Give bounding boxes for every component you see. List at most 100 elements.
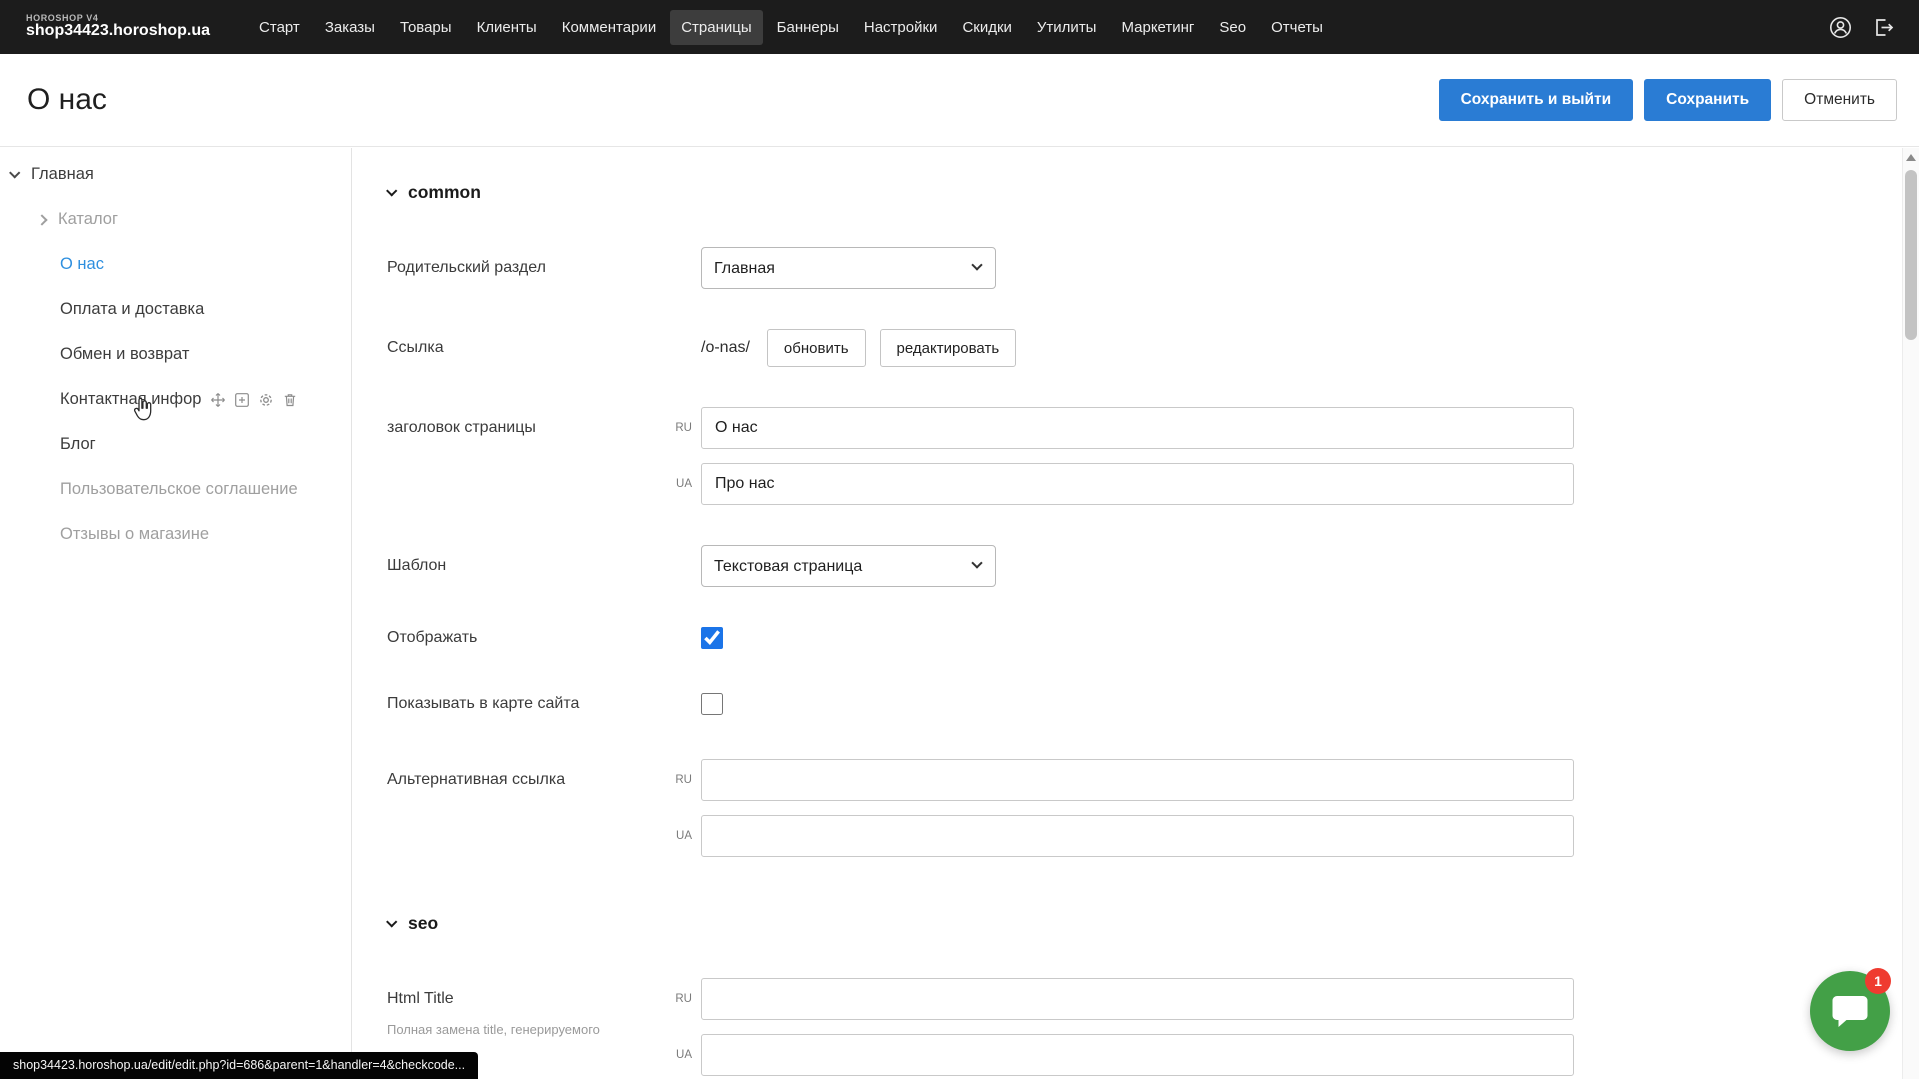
section-seo[interactable]: seo [387,913,1902,934]
brand-domain: shop34423.horoshop.ua [26,23,210,40]
nav-settings[interactable]: Настройки [853,10,949,45]
link-edit-button[interactable]: редактировать [880,329,1017,367]
link-path: /o-nas/ [701,339,750,357]
nav-products[interactable]: Товары [389,10,463,45]
brand[interactable]: HOROSHOP V4 shop34423.horoshop.ua [26,14,210,40]
save-and-exit-button[interactable]: Сохранить и выйти [1439,79,1634,121]
sidebar-item-label: Отзывы о магазине [60,525,209,544]
input-line-ru: RU [668,759,1574,801]
lang-badge-ru: RU [668,759,701,801]
nav-marketing[interactable]: Маркетинг [1110,10,1205,45]
lang-badge-ru: RU [668,978,701,1020]
sitemap-checkbox[interactable] [701,693,723,715]
page-title-ru-input[interactable] [701,407,1574,449]
field-label: Альтернативная ссылка [387,759,668,801]
field-page-title: заголовок страницы RU UA [387,407,1902,505]
sidebar-item-label: Пользовательское соглашение [60,480,298,499]
sidebar-item-agreement[interactable]: Пользовательское соглашение [0,467,351,512]
nav-clients[interactable]: Клиенты [466,10,548,45]
field-label: Показывать в карте сайта [387,695,701,713]
input-line-ru: RU [668,407,1574,449]
input-line-ua: UA [668,1034,1574,1076]
alt-link-ua-input[interactable] [701,815,1574,857]
sidebar-item-label: Обмен и возврат [60,345,189,364]
sidebar-item-o-nas[interactable]: О нас [0,242,351,287]
field-hint: Полная замена title, генерируемого [387,1022,668,1039]
parent-section-select[interactable]: Главная [701,247,996,289]
scroll-up-arrow-icon[interactable] [1906,154,1916,161]
field-alt-link: Альтернативная ссылка RU UA [387,759,1902,857]
sidebar-item-label: Контактная инфор [60,390,201,409]
chat-bubble-icon [1831,993,1869,1029]
sidebar-item-blog[interactable]: Блог [0,422,351,467]
header-buttons: Сохранить и выйти Сохранить Отменить [1439,79,1897,121]
sidebar-item-kontaktnaya[interactable]: Контактная инфор [0,377,351,422]
sidebar-item-reviews[interactable]: Отзывы о магазине [0,512,351,557]
section-title: common [408,182,481,203]
template-select[interactable]: Текстовая страница [701,545,996,587]
chevron-down-icon[interactable] [9,167,20,178]
nav-utilities[interactable]: Утилиты [1026,10,1108,45]
input-line-ua: UA [668,463,1574,505]
sidebar-item-glavnaya[interactable]: Главная [0,152,351,197]
admin-screen: HOROSHOP V4 shop34423.horoshop.ua Старт … [0,0,1919,1079]
link-preview-statusbar: shop34423.horoshop.ua/edit/edit.php?id=6… [0,1052,478,1079]
html-title-ru-input[interactable] [701,978,1574,1020]
nav-discounts[interactable]: Скидки [951,10,1022,45]
trash-icon[interactable] [282,392,298,408]
template-select-wrap: Текстовая страница [701,545,996,587]
section-common[interactable]: common [387,182,1902,203]
account-icon[interactable] [1829,16,1852,39]
vertical-scrollbar[interactable] [1902,148,1919,1079]
chat-widget-button[interactable]: 1 [1810,971,1890,1051]
sidebar-item-label: Каталог [58,210,118,229]
chat-unread-badge: 1 [1865,968,1891,994]
display-checkbox[interactable] [701,627,723,649]
field-label: Шаблон [387,557,701,575]
lang-inputs: RU UA [668,978,1574,1076]
html-title-ua-input[interactable] [701,1034,1574,1076]
alt-link-ru-input[interactable] [701,759,1574,801]
sidebar-item-label: Блог [60,435,96,454]
field-label: Родительский раздел [387,259,701,277]
page-header: О нас Сохранить и выйти Сохранить Отмени… [0,54,1919,147]
nav-start[interactable]: Старт [248,10,311,45]
input-line-ru: RU [668,978,1574,1020]
lang-inputs: RU UA [668,407,1574,505]
field-label-text: Html Title [387,978,668,1020]
field-parent-section: Родительский раздел Главная [387,247,1902,289]
field-display: Отображать [387,627,1902,649]
section-title: seo [408,913,438,934]
page-edit-form: common Родительский раздел Главная Ссылк… [353,148,1902,1079]
chevron-right-icon[interactable] [36,214,47,225]
field-label: Ссылка [387,339,701,357]
cancel-button[interactable]: Отменить [1782,79,1897,121]
parent-section-select-wrap: Главная [701,247,996,289]
nav-orders[interactable]: Заказы [314,10,386,45]
field-link: Ссылка /o-nas/ обновить редактировать [387,329,1902,367]
save-button[interactable]: Сохранить [1644,79,1771,121]
logout-icon[interactable] [1872,16,1895,39]
chevron-down-icon [386,185,397,196]
nav-seo[interactable]: Seo [1208,10,1257,45]
topbar: HOROSHOP V4 shop34423.horoshop.ua Старт … [0,0,1919,54]
field-template: Шаблон Текстовая страница [387,545,1902,587]
link-update-button[interactable]: обновить [767,329,866,367]
sidebar-item-obmen[interactable]: Обмен и возврат [0,332,351,377]
page-title: О нас [27,83,107,117]
page-title-ua-input[interactable] [701,463,1574,505]
move-icon[interactable] [210,392,226,408]
nav-banners[interactable]: Баннеры [766,10,850,45]
topbar-right [1829,16,1895,39]
add-subpage-icon[interactable] [234,392,250,408]
tree-item-actions [210,392,298,408]
nav-pages[interactable]: Страницы [670,10,762,45]
sidebar-item-label: Оплата и доставка [60,300,204,319]
nav-comments[interactable]: Комментарии [551,10,667,45]
sidebar-item-katalog[interactable]: Каталог [0,197,351,242]
nav-reports[interactable]: Отчеты [1260,10,1334,45]
gear-icon[interactable] [258,392,274,408]
sidebar-item-oplata[interactable]: Оплата и доставка [0,287,351,332]
field-label: заголовок страницы [387,407,668,449]
scrollbar-thumb[interactable] [1905,170,1917,340]
